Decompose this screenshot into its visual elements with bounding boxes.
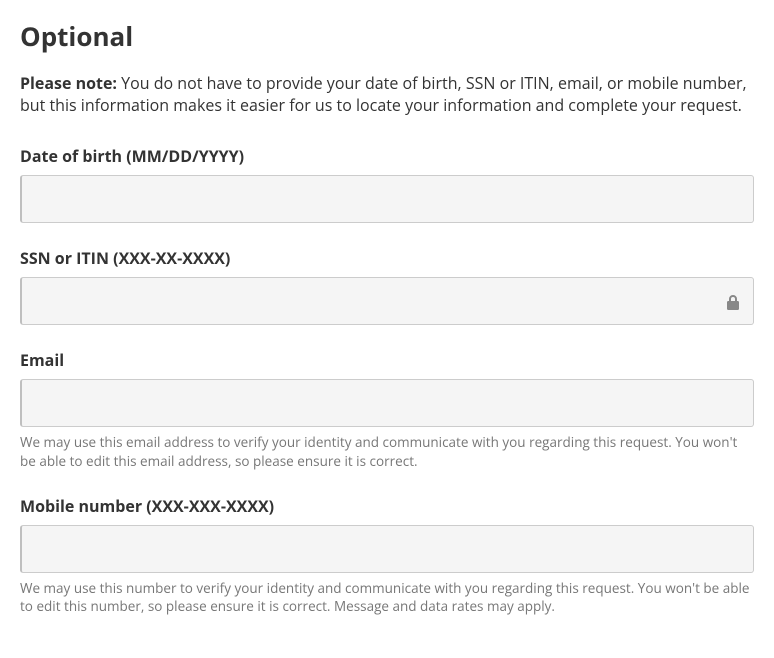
ssn-field-group: SSN or ITIN (XXX-XX-XXXX): [20, 247, 754, 325]
section-title: Optional: [20, 18, 754, 54]
mobile-field-group: Mobile number (XXX-XXX-XXXX) We may use …: [20, 495, 754, 617]
email-input[interactable]: [20, 379, 754, 427]
note-text: Please note: You do not have to provide …: [20, 72, 754, 117]
mobile-helper: We may use this number to verify your id…: [20, 579, 754, 617]
ssn-label: SSN or ITIN (XXX-XX-XXXX): [20, 247, 754, 269]
email-field-group: Email We may use this email address to v…: [20, 349, 754, 471]
note-prefix: Please note:: [20, 72, 117, 94]
ssn-input[interactable]: [20, 277, 754, 325]
mobile-label: Mobile number (XXX-XXX-XXXX): [20, 495, 754, 517]
note-body: You do not have to provide your date of …: [20, 72, 747, 116]
dob-field-group: Date of birth (MM/DD/YYYY): [20, 145, 754, 223]
mobile-input[interactable]: [20, 525, 754, 573]
email-label: Email: [20, 349, 754, 371]
dob-input[interactable]: [20, 175, 754, 223]
dob-label: Date of birth (MM/DD/YYYY): [20, 145, 754, 167]
email-helper: We may use this email address to verify …: [20, 433, 754, 471]
